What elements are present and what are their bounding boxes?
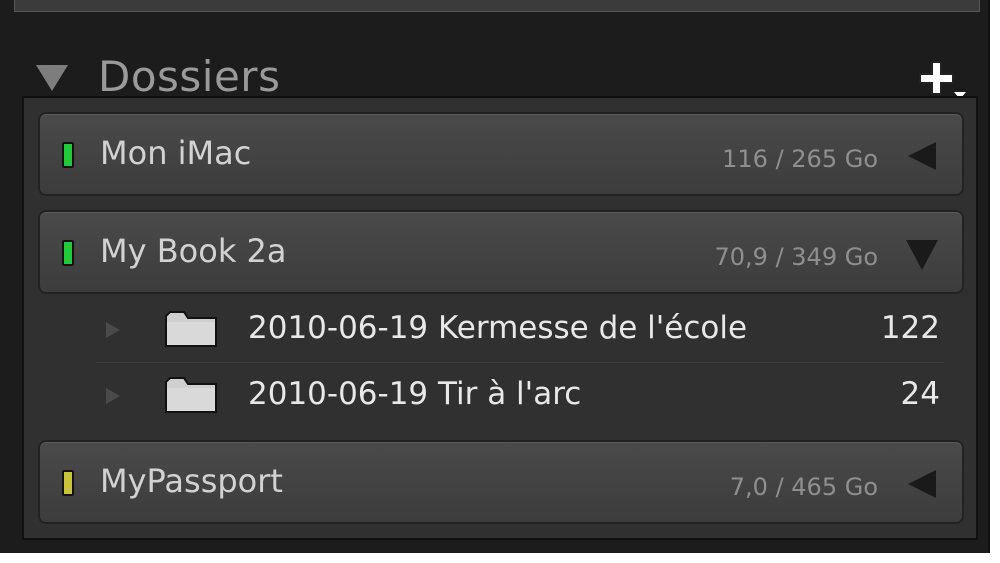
volume-size: 7,0 / 465 Go xyxy=(729,473,878,501)
folder-icon xyxy=(164,308,218,348)
volume-name: Mon iMac xyxy=(100,134,252,172)
volume-my-book-2a[interactable]: My Book 2a 70,9 / 349 Go xyxy=(38,210,964,294)
panel-title: Dossiers xyxy=(98,52,281,101)
app-frame: Dossiers Mon iMac 116 / 265 Go My Book 2… xyxy=(0,0,1000,563)
folder-photo-count: 24 xyxy=(900,376,940,412)
disclosure-triangle-icon[interactable] xyxy=(106,388,120,404)
folder-row[interactable]: 2010-06-19 Tir à l'arc 24 xyxy=(96,366,944,428)
panel-header[interactable]: Dossiers xyxy=(0,22,988,101)
volume-mon-imac[interactable]: Mon iMac 116 / 265 Go xyxy=(38,112,964,196)
disclosure-triangle-icon[interactable] xyxy=(106,322,120,338)
volume-name: MyPassport xyxy=(100,462,283,500)
expand-arrow-icon[interactable] xyxy=(908,470,936,498)
volume-size: 70,9 / 349 Go xyxy=(714,243,879,271)
previous-panel-edge xyxy=(14,0,980,12)
volume-name: My Book 2a xyxy=(100,232,287,270)
folder-photo-count: 122 xyxy=(880,310,940,346)
volume-status-indicator xyxy=(62,240,74,266)
folders-panel: Dossiers Mon iMac 116 / 265 Go My Book 2… xyxy=(0,0,990,553)
volume-status-indicator xyxy=(62,470,74,496)
collapse-arrow-icon[interactable] xyxy=(906,240,938,270)
row-divider xyxy=(96,362,944,363)
volume-mypassport[interactable]: MyPassport 7,0 / 465 Go xyxy=(38,440,964,524)
folder-name: 2010-06-19 Kermesse de l'école xyxy=(248,310,748,346)
volume-size: 116 / 265 Go xyxy=(722,145,878,173)
collapse-triangle-icon[interactable] xyxy=(36,65,68,91)
folder-row[interactable]: 2010-06-19 Kermesse de l'école 122 xyxy=(96,300,944,362)
expand-arrow-icon[interactable] xyxy=(908,142,936,170)
folder-name: 2010-06-19 Tir à l'arc xyxy=(248,376,582,412)
folder-icon xyxy=(164,374,218,414)
volume-status-indicator xyxy=(62,142,74,168)
